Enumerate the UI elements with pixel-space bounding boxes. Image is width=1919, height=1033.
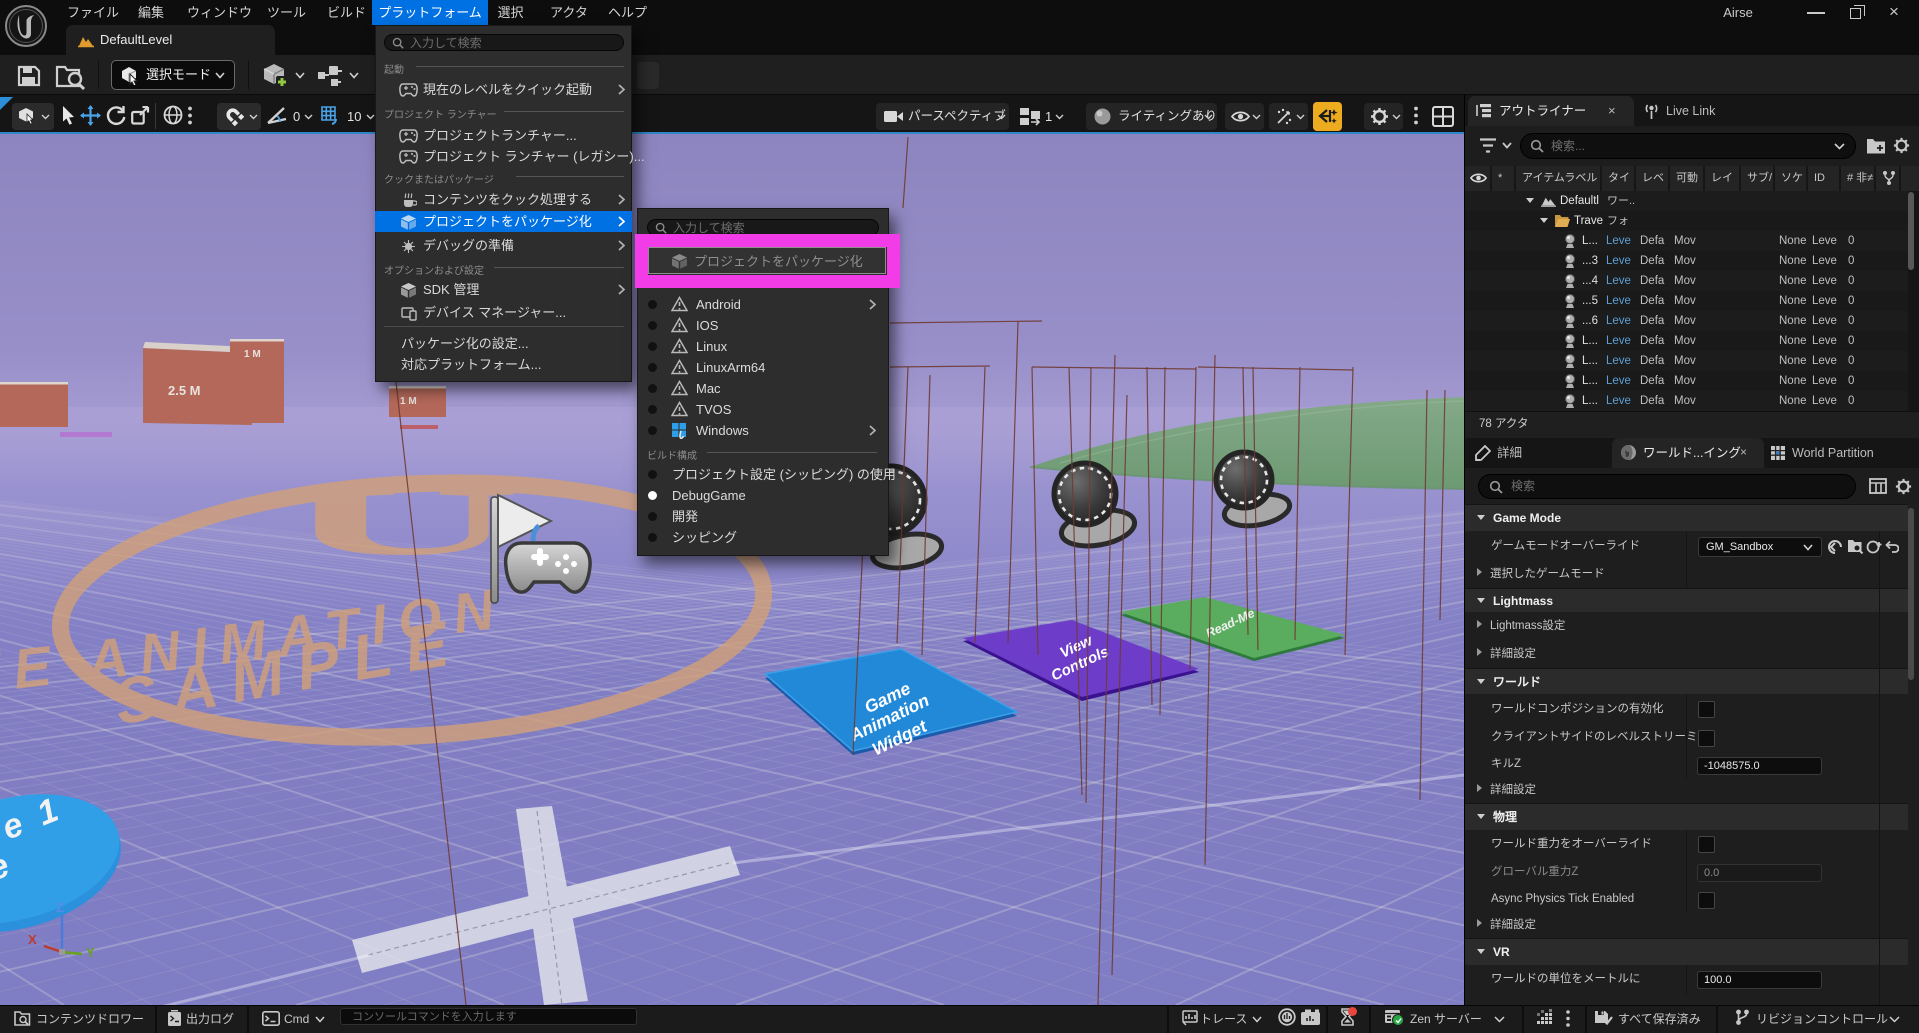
svg-text:U: U (282, 469, 521, 575)
svg-text:X: X (28, 932, 37, 947)
svg-text:1 M: 1 M (400, 396, 417, 407)
svg-text:2.5 M: 2.5 M (168, 383, 201, 398)
svg-text:1 M: 1 M (244, 349, 261, 360)
svg-text:Z: Z (56, 900, 64, 915)
svg-text:Y: Y (86, 945, 95, 960)
